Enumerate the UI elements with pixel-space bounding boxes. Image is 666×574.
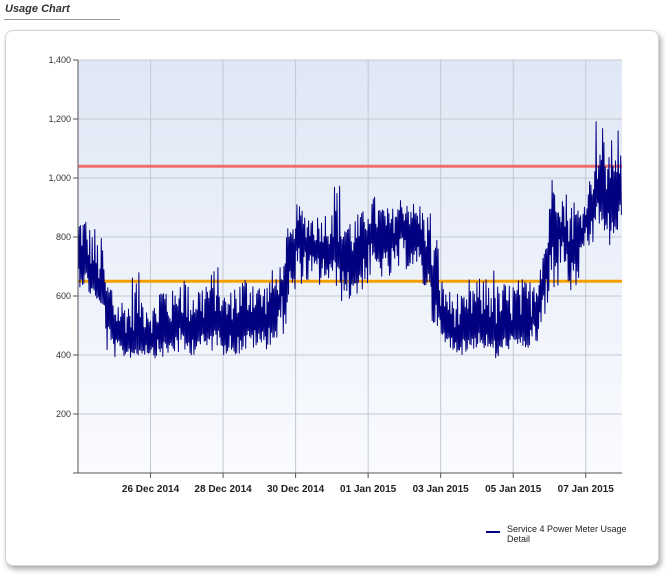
x-tick-label: 05 Jan 2015 xyxy=(485,484,542,495)
legend-swatch-series xyxy=(486,531,500,533)
y-tick-labels: 200 400 600 800 1,000 1,200 1,400 xyxy=(48,55,71,419)
x-tick-label: 28 Dec 2014 xyxy=(194,484,252,495)
legend-label-series: Service 4 Power Meter Usage Detail xyxy=(507,524,627,544)
title-underline xyxy=(4,19,120,20)
x-tick-label: 03 Jan 2015 xyxy=(413,484,470,495)
usage-line-chart: 2004006008001,0001,2001,400 26 Dec 2014 2… xyxy=(48,55,622,495)
y-tick-label: 1,200 xyxy=(48,114,71,124)
y-tick-label: 800 xyxy=(56,232,71,242)
x-tick-labels: 26 Dec 2014 28 Dec 2014 30 Dec 2014 01 Jan … xyxy=(122,484,614,495)
y-tick-label: 600 xyxy=(56,291,71,301)
usage-chart-page: Usage Chart 200 400 600 800 1,000 1,200 1,400 … xyxy=(0,0,666,574)
y-tick-label: 200 xyxy=(56,409,71,419)
x-tick-label: 30 Dec 2014 xyxy=(267,484,325,495)
chart-card: 200 400 600 800 1,000 1,200 1,400 26 Dec 2014 2… xyxy=(5,30,659,566)
x-tick-label: 07 Jan 2015 xyxy=(558,484,615,495)
x-tick-label: 26 Dec 2014 xyxy=(122,484,180,495)
y-tick-label: 400 xyxy=(56,350,71,360)
page-title: Usage Chart xyxy=(5,3,70,15)
y-tick-label: 1,000 xyxy=(48,173,71,183)
x-tick-label: 01 Jan 2015 xyxy=(340,484,397,495)
y-tick-label: 1,400 xyxy=(48,55,71,65)
